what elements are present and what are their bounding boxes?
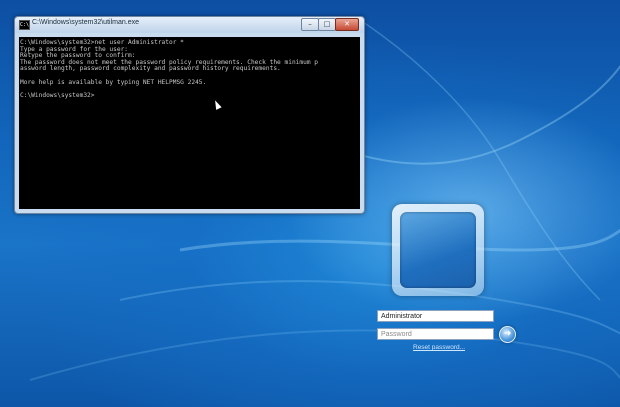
password-field[interactable]: Password <box>377 328 494 340</box>
maximize-button[interactable]: □ <box>318 18 336 31</box>
window-controls: – □ ✕ <box>301 18 359 31</box>
arrow-right-icon: ➜ <box>503 329 512 339</box>
reset-password-link[interactable]: Reset password... <box>413 344 465 351</box>
user-avatar <box>392 204 484 296</box>
command-prompt-window[interactable]: C:\ C:\Windows\system32\utilman.exe – □ … <box>14 16 365 214</box>
console-text: C:\Windows\system32>net user Administrat… <box>20 39 319 99</box>
window-title: C:\Windows\system32\utilman.exe <box>32 19 139 26</box>
minimize-button[interactable]: – <box>301 18 319 31</box>
window-titlebar[interactable]: C:\ C:\Windows\system32\utilman.exe – □ … <box>15 17 364 33</box>
console-output-area[interactable]: C:\Windows\system32>net user Administrat… <box>19 37 360 209</box>
close-button[interactable]: ✕ <box>335 18 359 31</box>
command-prompt-icon: C:\ <box>19 20 30 30</box>
submit-login-button[interactable]: ➜ <box>499 326 516 343</box>
user-picture <box>400 212 476 288</box>
username-field[interactable]: Administrator <box>377 310 494 322</box>
